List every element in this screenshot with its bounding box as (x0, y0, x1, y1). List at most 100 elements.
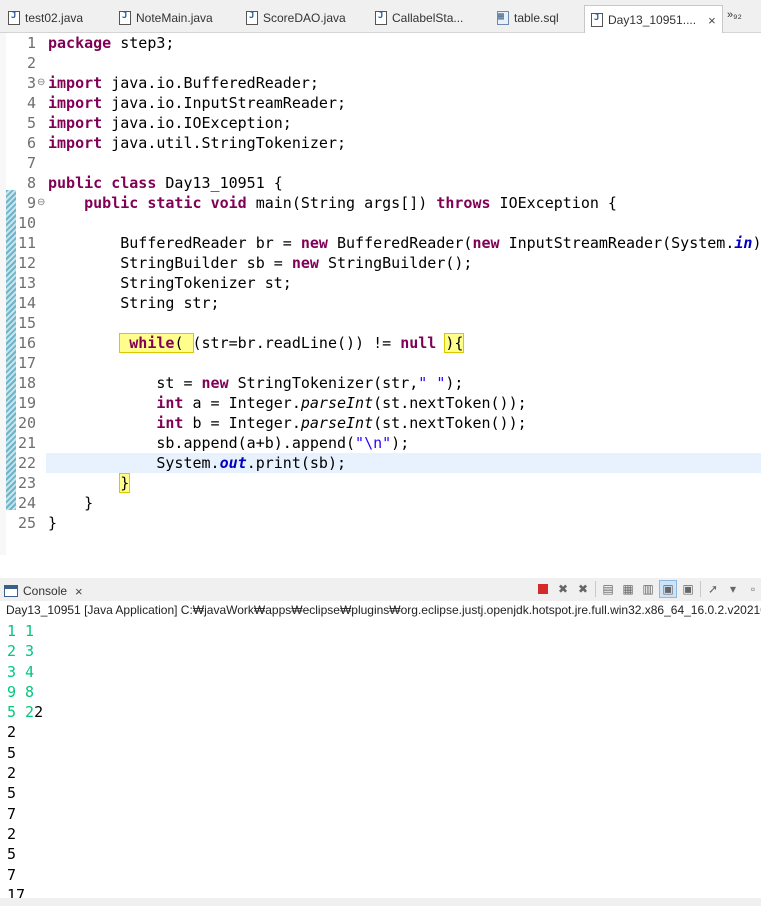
word-wrap-icon[interactable]: ▥ (640, 581, 656, 597)
console-line: 5 (7, 844, 43, 864)
show-console-on-output-icon[interactable]: ▣ (659, 580, 677, 598)
tab-label: CallabelSta... (392, 11, 464, 25)
console-line: 5 (7, 743, 43, 763)
console-tab-label: Console (23, 584, 68, 598)
line-number: 7 (26, 154, 36, 172)
change-ruler-bar (6, 190, 16, 510)
show-console-on-error-icon[interactable]: ▣ (680, 581, 696, 597)
line-number: 4 (26, 94, 36, 112)
tab-test02-java[interactable]: test02.java (8, 6, 83, 30)
code-line[interactable]: import java.io.InputStreamReader; (48, 93, 346, 113)
console-output-text: 2 (34, 703, 44, 722)
line-number: 11 (17, 234, 36, 252)
console-tab-bar: Console × ✖ ✖ ▤ ▦ ▥ ▣ ▣ ➚ ▾ ▫ (0, 578, 761, 601)
console-line: 1 1 (7, 621, 43, 641)
console-input-text: 3 4 (7, 662, 35, 681)
console-output-text: 5 (7, 845, 17, 864)
line-number: 12 (17, 254, 36, 272)
console-input-text: 2 3 (7, 642, 35, 661)
tab-scoredao-java[interactable]: ScoreDAO.java (246, 6, 346, 30)
tab-day13-10951[interactable]: Day13_10951.... × (584, 5, 723, 34)
code-line[interactable]: StringTokenizer st; (48, 273, 292, 293)
tab-label: NoteMain.java (136, 11, 213, 25)
tab-callabelsta[interactable]: CallabelSta... (375, 6, 463, 30)
toolbar-separator (595, 581, 596, 597)
code-line[interactable]: sb.append(a+b).append("\n"); (48, 433, 409, 453)
pin-console-icon[interactable]: ➚ (705, 581, 721, 597)
line-number: 20 (17, 414, 36, 432)
tab-label: test02.java (25, 11, 84, 25)
console-line: 9 8 (7, 682, 43, 702)
code-line[interactable]: import java.io.IOException; (48, 113, 292, 133)
console-bottom-edge (0, 898, 761, 906)
console-input-text: 5 2 (7, 703, 35, 722)
line-number: 25 (17, 514, 36, 532)
code-line[interactable]: st = new StringTokenizer(str," "); (48, 373, 463, 393)
close-icon[interactable]: × (708, 13, 716, 28)
line-number: 8 (26, 174, 36, 192)
console-line: 2 (7, 824, 43, 844)
clear-console-icon[interactable]: ▤ (600, 581, 616, 597)
line-number: 10 (17, 214, 36, 232)
tab-label: table.sql (514, 11, 559, 25)
console-line: 2 3 (7, 641, 43, 661)
line-number: 14 (17, 294, 36, 312)
console-output-text: 7 (7, 865, 17, 884)
code-line[interactable]: public class Day13_10951 { (48, 173, 283, 193)
display-selected-console-icon[interactable]: ▾ (725, 581, 741, 597)
terminate-icon[interactable] (535, 581, 551, 597)
code-line[interactable]: } (48, 493, 93, 513)
java-file-icon (119, 11, 131, 25)
line-number: 17 (17, 354, 36, 372)
code-line[interactable]: import java.io.BufferedReader; (48, 73, 319, 93)
line-number: 24 (17, 494, 36, 512)
line-number: 22 (17, 454, 36, 472)
sql-file-icon (497, 11, 509, 25)
code-line[interactable]: import java.util.StringTokenizer; (48, 133, 346, 153)
fold-collapse-icon[interactable]: ⊖ (37, 193, 45, 213)
code-line[interactable]: int b = Integer.parseInt(st.nextToken())… (48, 413, 526, 433)
line-number: 5 (26, 114, 36, 132)
console-line: 7 (7, 804, 43, 824)
tab-overflow-indicator[interactable]: »₉₂ (727, 9, 742, 21)
tab-notemain-java[interactable]: NoteMain.java (119, 6, 213, 30)
java-file-icon (591, 13, 603, 27)
code-line[interactable]: } (48, 513, 57, 533)
code-line[interactable]: BufferedReader br = new BufferedReader(n… (48, 233, 761, 253)
console-output-text: 5 (7, 784, 17, 803)
code-line[interactable]: StringBuilder sb = new StringBuilder(); (48, 253, 472, 273)
code-line[interactable]: int a = Integer.parseInt(st.nextToken())… (48, 393, 526, 413)
fold-collapse-icon[interactable]: ⊖ (37, 73, 45, 93)
console-line: 2 (7, 722, 43, 742)
line-number: 21 (17, 434, 36, 452)
console-line: 3 4 (7, 662, 43, 682)
tab-console[interactable]: Console × (4, 581, 83, 601)
code-line[interactable]: while( (str=br.readLine()) != null ){ (48, 333, 465, 353)
console-output-text: 5 (7, 743, 17, 762)
remove-launch-icon[interactable]: ✖ (555, 581, 571, 597)
code-line[interactable]: String str; (48, 293, 219, 313)
line-number: 13 (17, 274, 36, 292)
open-console-icon[interactable]: ▫ (745, 581, 761, 597)
tab-label: Day13_10951.... (608, 13, 697, 27)
console-view: Console × ✖ ✖ ▤ ▦ ▥ ▣ ▣ ➚ ▾ ▫ Day13_1095… (0, 578, 761, 906)
line-number: 15 (17, 314, 36, 332)
line-number: 3 (26, 74, 36, 92)
code-line[interactable]: System.out.print(sb); (48, 453, 346, 473)
code-line[interactable]: } (48, 473, 131, 493)
close-icon[interactable]: × (75, 584, 83, 599)
toolbar-separator (700, 581, 701, 597)
line-number: 23 (17, 474, 36, 492)
console-line: 2 (7, 763, 43, 783)
console-icon (4, 585, 18, 597)
remove-all-terminated-icon[interactable]: ✖ (575, 581, 591, 597)
code-line[interactable]: public static void main(String args[]) t… (48, 193, 617, 213)
tab-table-sql[interactable]: table.sql (497, 6, 559, 30)
scroll-lock-icon[interactable]: ▦ (620, 581, 636, 597)
code-editor[interactable]: 1 package step3; 2 3 ⊖ import java.io.Buffere… (0, 33, 761, 555)
code-line[interactable]: package step3; (48, 33, 174, 53)
console-toolbar: ✖ ✖ ▤ ▦ ▥ ▣ ▣ ➚ ▾ ▫ (535, 580, 761, 598)
console-input-text: 9 8 (7, 682, 35, 701)
line-number: 1 (26, 34, 36, 52)
console-output[interactable]: 1 12 33 49 85 22 2 5 2 5 7 2 5 7 17 (7, 621, 43, 905)
